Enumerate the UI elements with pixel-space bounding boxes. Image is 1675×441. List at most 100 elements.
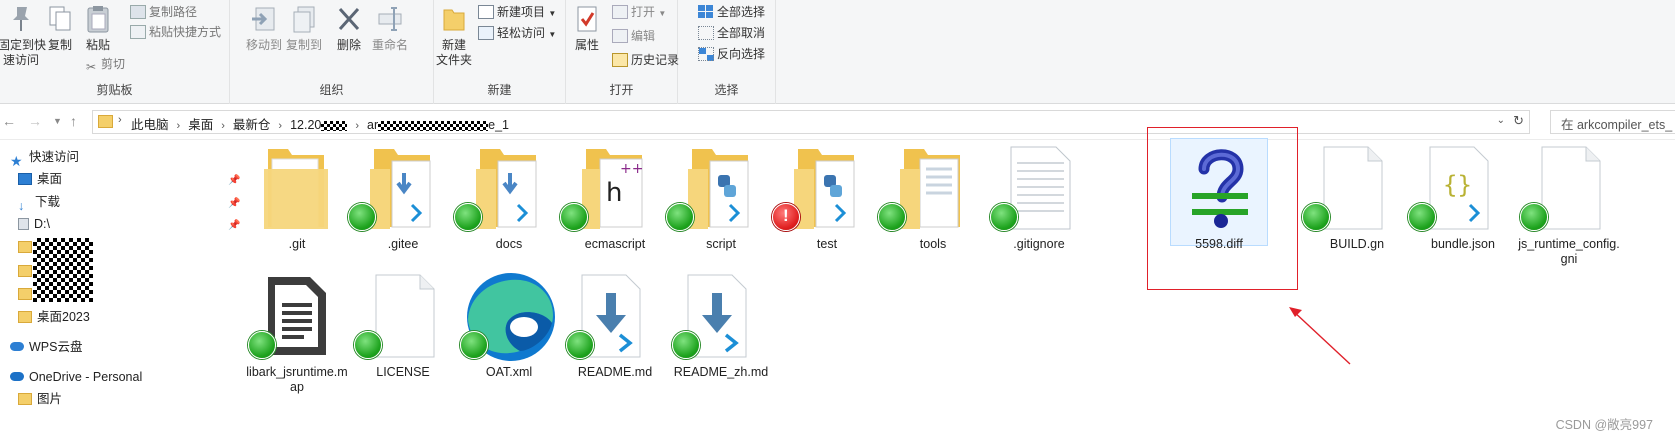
open-button[interactable]: 打开 ▼ — [612, 2, 666, 22]
file-item[interactable]: .gitee — [348, 143, 456, 252]
chevron-right-icon: › — [176, 120, 181, 132]
nav-desktop[interactable]: 桌面 — [18, 169, 62, 189]
address-bar[interactable]: › 此电脑 › 桌面 › 最新仓 › 12.20 › ar e_1 ⌄ ↻ — [92, 110, 1530, 134]
breadcrumb-current-folder[interactable]: ar e_1 — [367, 118, 509, 132]
file-name: OAT.xml — [485, 365, 533, 379]
nav-drive-d[interactable]: D:\ — [18, 214, 50, 234]
nav-onedrive[interactable]: OneDrive - Personal — [10, 367, 142, 387]
breadcrumb-current-prefix: ar — [367, 118, 379, 132]
copy-button[interactable]: 复制 — [44, 4, 76, 53]
rename-button[interactable]: 重命名 — [370, 4, 410, 53]
file-name: docs — [495, 237, 523, 251]
history-button[interactable]: 历史记录 — [612, 50, 679, 70]
pin-icon[interactable]: 📌 — [228, 198, 240, 209]
breadcrumb-this-pc[interactable]: 此电脑 — [131, 118, 169, 132]
navigation-bar: ← → ▼ ↑ › 此电脑 › 桌面 › 最新仓 › 12.20 › ar e_1 ⌄ ↻ 在 a… — [0, 104, 1675, 140]
cut-label: 剪切 — [101, 57, 126, 71]
nav-pictures-label: 图片 — [37, 392, 63, 406]
open-group-title: 打开 — [609, 83, 634, 97]
easy-access-button[interactable]: 轻松访问 ▼ — [478, 23, 556, 43]
file-item[interactable]: h ++ ecmascript — [560, 143, 668, 252]
properties-button[interactable]: 属性 — [570, 4, 604, 53]
file-item[interactable]: .git — [244, 143, 350, 252]
file-item[interactable]: .gitignore — [986, 143, 1092, 252]
paste-shortcut-button[interactable]: 粘贴快捷方式 — [130, 22, 221, 42]
pin-quick-access-button[interactable]: 固定到快 速访问 — [0, 4, 46, 68]
file-item[interactable]: ! test — [772, 143, 880, 252]
file-item[interactable]: LICENSE — [350, 271, 456, 380]
copy-icon — [49, 6, 71, 31]
sync-ok-badge-icon — [248, 331, 276, 359]
redacted-region — [378, 120, 489, 131]
watermark: CSDN @敞亮997 — [1555, 418, 1653, 432]
new-folder-icon — [443, 9, 465, 31]
nav-quick-access[interactable]: ★ 快速访问 — [10, 147, 80, 169]
folder-icon — [18, 310, 32, 323]
forward-arrow-icon[interactable]: → — [28, 113, 42, 129]
cloud-icon — [10, 342, 24, 352]
file-item[interactable]: docs — [454, 143, 562, 252]
recent-locations-chevron-icon[interactable]: ▼ — [53, 116, 62, 126]
folder-icon — [18, 240, 32, 253]
nav-wps-cloud[interactable]: WPS云盘 — [10, 337, 82, 357]
new-item-button[interactable]: 新建项目 ▼ — [478, 2, 556, 22]
nav-desktop-2023[interactable]: 桌面2023 — [18, 307, 90, 327]
nav-downloads[interactable]: ↓ 下载 — [18, 192, 60, 213]
delete-x-icon — [338, 7, 360, 31]
select-all-button[interactable]: 全部选择 — [698, 2, 765, 22]
select-none-icon — [698, 25, 714, 40]
pin-icon[interactable]: 📌 — [228, 175, 240, 186]
select-group-title: 选择 — [714, 83, 739, 97]
new-folder-button[interactable]: 新建 文件夹 — [434, 4, 474, 68]
breadcrumb-latest-repo[interactable]: 最新仓 — [233, 118, 271, 132]
nav-quick-access-label: 快速访问 — [29, 150, 80, 164]
open-group: 属性 打开 ▼ 编辑 历史记录 打开 — [566, 0, 679, 104]
file-item[interactable]: tools — [878, 143, 986, 252]
edit-button[interactable]: 编辑 — [612, 26, 655, 46]
file-item[interactable]: {} bundle.json — [1408, 143, 1516, 252]
back-arrow-icon[interactable]: ← — [2, 113, 16, 129]
delete-button[interactable]: 删除 — [332, 4, 366, 53]
annotation-arrow-icon — [1289, 307, 1351, 365]
file-item[interactable]: OAT.xml — [456, 271, 562, 380]
file-item[interactable]: README.md — [562, 271, 668, 380]
up-arrow-icon[interactable]: ↑ — [70, 113, 77, 129]
file-name: README.md — [577, 365, 653, 379]
select-none-label: 全部取消 — [717, 26, 766, 40]
sync-ok-badge-icon — [354, 331, 382, 359]
file-item[interactable]: README_zh.md — [668, 271, 774, 380]
dropdown-arrow-icon: ▼ — [658, 9, 667, 18]
file-item[interactable]: BUILD.gn — [1302, 143, 1410, 252]
file-item[interactable]: script — [666, 143, 774, 252]
breadcrumb-date-folder[interactable]: 12.20 — [290, 118, 348, 132]
file-name: BUILD.gn — [1329, 237, 1385, 251]
file-item[interactable]: libark_jsruntime.map — [244, 271, 350, 395]
paste-button[interactable]: 粘贴 — [82, 4, 114, 53]
file-name: .gitignore — [1013, 237, 1065, 251]
paste-icon — [87, 6, 109, 33]
cut-button[interactable]: ✂ 剪切 — [86, 54, 125, 74]
address-dropdown-icon[interactable]: ⌄ — [1497, 115, 1505, 126]
invert-selection-button[interactable]: 反向选择 — [698, 44, 765, 64]
copy-path-button[interactable]: 复制路径 — [130, 2, 197, 22]
select-none-button[interactable]: 全部取消 — [698, 23, 765, 43]
organize-group-title: 组织 — [319, 83, 344, 97]
sync-ok-badge-icon — [878, 203, 906, 231]
move-to-button[interactable]: 移动到 — [246, 4, 282, 53]
folder-icon — [18, 392, 32, 405]
new-folder-label: 新建 文件夹 — [435, 38, 472, 67]
history-label: 历史记录 — [631, 53, 680, 67]
breadcrumb-date-text: 12.20 — [290, 118, 322, 132]
nav-pictures[interactable]: 图片 — [18, 389, 62, 409]
copy-path-label: 复制路径 — [149, 5, 198, 19]
sync-ok-badge-icon — [460, 331, 488, 359]
search-input[interactable]: 在 arkcompiler_ets_ — [1550, 110, 1675, 134]
copy-to-button[interactable]: 复制到 — [286, 4, 322, 53]
paste-label: 粘贴 — [85, 38, 110, 52]
pin-icon[interactable]: 📌 — [228, 220, 240, 231]
folder-icon — [98, 115, 113, 128]
refresh-icon[interactable]: ↻ — [1513, 113, 1524, 129]
file-item[interactable]: js_runtime_config.gni — [1516, 143, 1622, 267]
chevron-right-icon: › — [221, 120, 225, 132]
breadcrumb-desktop[interactable]: 桌面 — [188, 118, 213, 132]
